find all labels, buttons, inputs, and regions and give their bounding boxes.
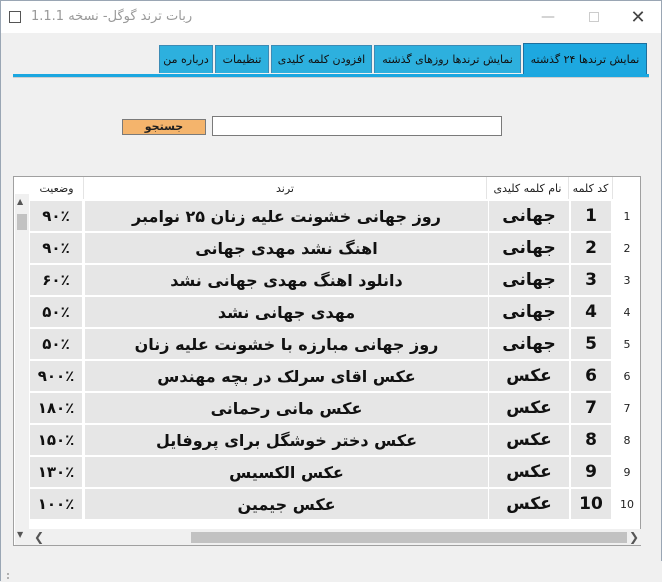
table-row[interactable]: ۹۰٪ اهنگ نشد مهدی جهانی جهانی 2 2 xyxy=(14,232,640,264)
row-index: 6 xyxy=(614,360,640,392)
maximize-icon xyxy=(589,12,599,22)
status-cell[interactable]: ۱۳۰٪ xyxy=(30,457,82,487)
table-row[interactable]: ۱۳۰٪ عکس الکسیس عکس 9 9 xyxy=(14,456,640,488)
code-cell[interactable]: 2 xyxy=(571,233,611,263)
trend-cell[interactable]: عکس دختر خوشگل برای پروفایل xyxy=(85,425,488,455)
keyword-cell[interactable]: جهانی xyxy=(489,265,569,295)
minimize-button[interactable]: — xyxy=(525,1,571,33)
vertical-scrollbar[interactable]: ▲ ▼ xyxy=(15,194,29,545)
row-index: 7 xyxy=(614,392,640,424)
table-row[interactable]: ۹۰٪ روز جهانی خشونت علیه زنان ۲۵ نوامبر جه… xyxy=(14,200,640,232)
keyword-cell[interactable]: عکس xyxy=(489,361,569,391)
status-cell[interactable]: ۹۰۰٪ xyxy=(30,361,82,391)
scroll-right-icon[interactable]: ❯ xyxy=(629,530,639,544)
row-index: 4 xyxy=(614,296,640,328)
scroll-left-icon[interactable]: ❮ xyxy=(34,530,44,544)
horizontal-scrollbar[interactable]: ❮ ❯ xyxy=(29,529,641,545)
scroll-up-icon[interactable]: ▲ xyxy=(17,197,23,206)
keyword-cell[interactable]: عکس xyxy=(489,425,569,455)
tab-about[interactable]: درباره من xyxy=(159,45,213,73)
status-strip xyxy=(1,561,662,582)
code-cell[interactable]: 6 xyxy=(571,361,611,391)
close-icon: ✕ xyxy=(630,6,646,28)
horizontal-scroll-thumb[interactable] xyxy=(191,532,627,543)
app-icon xyxy=(9,11,21,23)
trends-table: وضعیت ترند نام کلمه کلیدی کد کلمه ۹۰٪ روز… xyxy=(13,176,641,546)
row-index: 1 xyxy=(614,200,640,232)
maximize-button[interactable] xyxy=(571,1,617,33)
code-cell[interactable]: 9 xyxy=(571,457,611,487)
code-cell[interactable]: 3 xyxy=(571,265,611,295)
code-cell[interactable]: 7 xyxy=(571,393,611,423)
keyword-cell[interactable]: جهانی xyxy=(489,201,569,231)
trend-cell[interactable]: عکس اقای سرلک در بچه مهندس xyxy=(85,361,488,391)
trend-cell[interactable]: روز جهانی مبارزه با خشونت علیه زنان xyxy=(85,329,488,359)
table-row[interactable]: ۱۸۰٪ عکس مانی رحمانی عکس 7 7 xyxy=(14,392,640,424)
resize-grip-icon[interactable] xyxy=(7,573,13,579)
scroll-down-icon[interactable]: ▼ xyxy=(17,530,23,539)
search-input[interactable] xyxy=(212,116,502,136)
tab-add-keyword[interactable]: افزودن کلمه کلیدی xyxy=(271,45,372,73)
tab-divider xyxy=(13,77,649,78)
status-cell[interactable]: ۹۰٪ xyxy=(30,201,82,231)
tab-trends-past-days[interactable]: نمایش ترندها روزهای گذشته xyxy=(374,45,521,73)
status-cell[interactable]: ۶۰٪ xyxy=(30,265,82,295)
keyword-cell[interactable]: جهانی xyxy=(489,297,569,327)
header-status[interactable]: وضعیت xyxy=(30,177,84,199)
table-row[interactable]: ۶۰٪ دانلود اهنگ مهدی جهانی نشد جهانی 3 3 xyxy=(14,264,640,296)
header-code[interactable]: کد کلمه xyxy=(569,177,613,199)
trend-cell[interactable]: روز جهانی خشونت علیه زنان ۲۵ نوامبر xyxy=(85,201,488,231)
search-button[interactable]: جستجو xyxy=(122,119,206,135)
header-keyword[interactable]: نام کلمه کلیدی xyxy=(487,177,569,199)
tab-strip: نمایش ترندها ۲۴ گذشته نمایش ترندها روزها… xyxy=(1,41,662,75)
table-row[interactable]: ۵۰٪ مهدی جهانی نشد جهانی 4 4 xyxy=(14,296,640,328)
table-row[interactable]: ۱۰۰٪ عکس جیمین عکس 10 10 xyxy=(14,488,640,520)
close-button[interactable]: ✕ xyxy=(615,1,661,33)
trend-cell[interactable]: مهدی جهانی نشد xyxy=(85,297,488,327)
trend-cell[interactable]: اهنگ نشد مهدی جهانی xyxy=(85,233,488,263)
minimize-icon: — xyxy=(541,9,555,25)
header-trend[interactable]: ترند xyxy=(84,177,487,199)
app-window: ربات ترند گوگل- نسخه 1.1.1 — ✕ نمایش ترن… xyxy=(0,0,662,582)
status-cell[interactable]: ۹۰٪ xyxy=(30,233,82,263)
code-cell[interactable]: 1 xyxy=(571,201,611,231)
tab-trends-24h[interactable]: نمایش ترندها ۲۴ گذشته xyxy=(523,43,647,75)
trend-cell[interactable]: عکس الکسیس xyxy=(85,457,488,487)
trend-cell[interactable]: دانلود اهنگ مهدی جهانی نشد xyxy=(85,265,488,295)
keyword-cell[interactable]: جهانی xyxy=(489,329,569,359)
code-cell[interactable]: 5 xyxy=(571,329,611,359)
row-index: 8 xyxy=(614,424,640,456)
keyword-cell[interactable]: عکس xyxy=(489,489,569,519)
status-cell[interactable]: ۵۰٪ xyxy=(30,329,82,359)
status-cell[interactable]: ۵۰٪ xyxy=(30,297,82,327)
row-index: 10 xyxy=(614,488,640,520)
table-row[interactable]: ۹۰۰٪ عکس اقای سرلک در بچه مهندس عکس 6 6 xyxy=(14,360,640,392)
status-cell[interactable]: ۱۸۰٪ xyxy=(30,393,82,423)
table-header: وضعیت ترند نام کلمه کلیدی کد کلمه xyxy=(14,177,640,199)
tab-settings[interactable]: تنظیمات xyxy=(215,45,269,73)
keyword-cell[interactable]: جهانی xyxy=(489,233,569,263)
keyword-cell[interactable]: عکس xyxy=(489,457,569,487)
trend-cell[interactable]: عکس جیمین xyxy=(85,489,488,519)
keyword-cell[interactable]: عکس xyxy=(489,393,569,423)
status-cell[interactable]: ۱۰۰٪ xyxy=(30,489,82,519)
code-cell[interactable]: 8 xyxy=(571,425,611,455)
window-title: ربات ترند گوگل- نسخه 1.1.1 xyxy=(31,9,193,24)
code-cell[interactable]: 4 xyxy=(571,297,611,327)
trend-cell[interactable]: عکس مانی رحمانی xyxy=(85,393,488,423)
row-index: 3 xyxy=(614,264,640,296)
status-cell[interactable]: ۱۵۰٪ xyxy=(30,425,82,455)
table-row[interactable]: ۱۵۰٪ عکس دختر خوشگل برای پروفایل عکس 8 8 xyxy=(14,424,640,456)
table-row[interactable]: ۵۰٪ روز جهانی مبارزه با خشونت علیه زنان جه… xyxy=(14,328,640,360)
vertical-scroll-thumb[interactable] xyxy=(17,214,27,230)
row-index: 5 xyxy=(614,328,640,360)
row-index: 2 xyxy=(614,232,640,264)
code-cell[interactable]: 10 xyxy=(571,489,611,519)
row-index: 9 xyxy=(614,456,640,488)
title-bar[interactable]: ربات ترند گوگل- نسخه 1.1.1 — ✕ xyxy=(1,1,661,33)
